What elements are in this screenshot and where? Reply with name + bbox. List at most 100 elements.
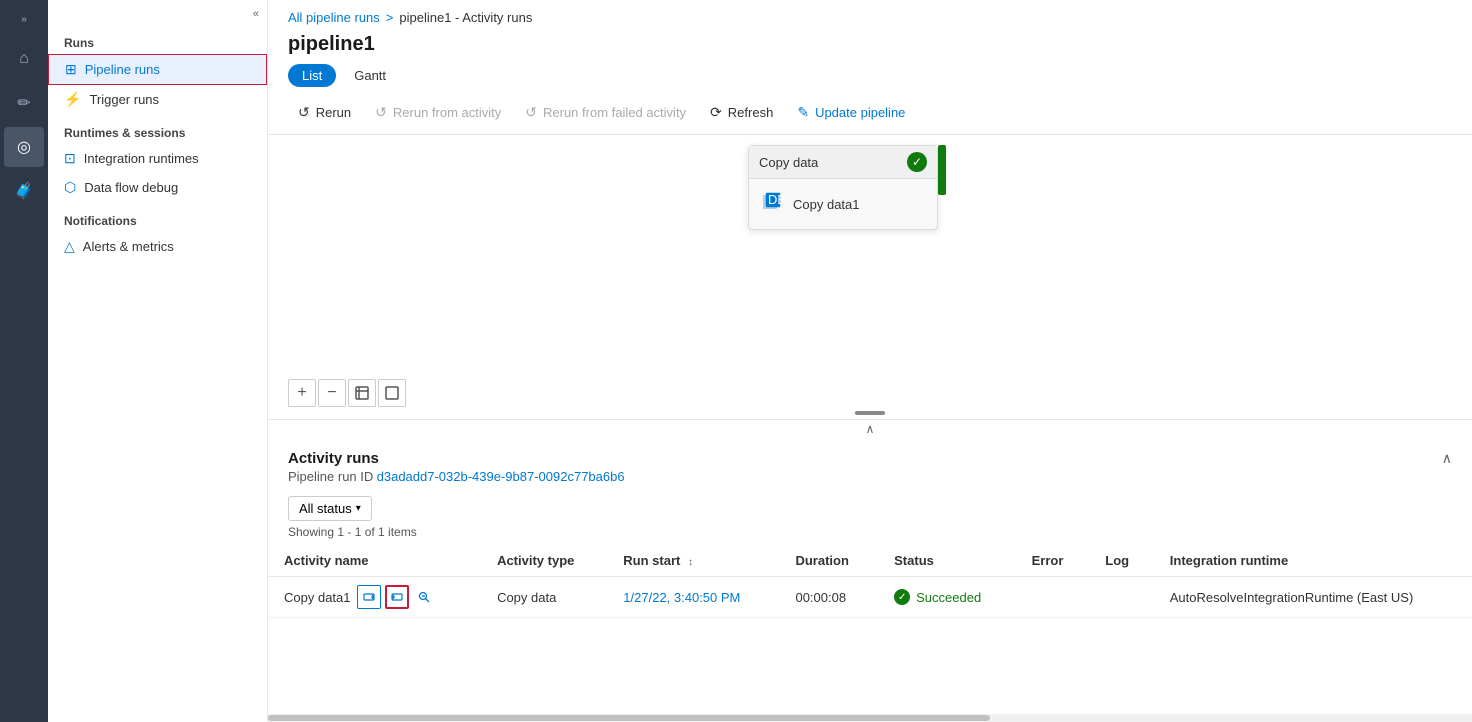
sidebar-item-pipeline-runs[interactable]: ⊞ Pipeline runs: [48, 54, 267, 85]
chevron-down-icon: ▾: [356, 503, 361, 514]
monitor-icon[interactable]: ◎: [4, 127, 44, 167]
rerun-from-failed-label: Rerun from failed activity: [543, 105, 686, 120]
activity-runs-table-container: Activity name Activity type Run start ↕ …: [268, 545, 1472, 714]
cell-log: [1089, 577, 1153, 618]
cell-status: ✓ Succeeded: [878, 577, 1015, 618]
node-success-check: ✓: [907, 152, 927, 172]
col-log: Log: [1089, 545, 1153, 577]
rerun-from-failed-button[interactable]: ↺ Rerun from failed activity: [515, 99, 696, 126]
action-toolbar: ↺ Rerun ↺ Rerun from activity ↺ Rerun fr…: [268, 95, 1472, 135]
table-row: Copy data1: [268, 577, 1472, 618]
col-activity-type: Activity type: [481, 545, 607, 577]
icon-rail: » ⌂ ✏ ◎ 🧳: [0, 0, 48, 722]
tab-list[interactable]: List: [288, 64, 336, 87]
collapse-activity-runs-icon[interactable]: ∧: [1442, 450, 1452, 467]
data-flow-debug-icon: ⬡: [64, 179, 76, 196]
fit-view-button[interactable]: [348, 379, 376, 407]
sidebar-item-data-flow-debug[interactable]: ⬡ Data flow debug: [48, 173, 267, 202]
home-icon[interactable]: ⌂: [4, 39, 44, 79]
sidebar-section-notifications-label: Notifications: [48, 202, 267, 232]
activity-runs-header: Activity runs ∧ Pipeline run ID d3adadd7…: [268, 438, 1472, 488]
row-input-icon-button[interactable]: [357, 585, 381, 609]
update-pipeline-button[interactable]: ✎ Update pipeline: [787, 99, 915, 126]
sidebar-section-runtimes-label: Runtimes & sessions: [48, 114, 267, 144]
update-pipeline-label: Update pipeline: [815, 105, 905, 120]
status-success-badge: ✓ Succeeded: [894, 589, 999, 605]
status-filter-dropdown[interactable]: All status ▾: [288, 496, 372, 521]
row-action-icons: [357, 585, 437, 609]
activity-name-value: Copy data1: [284, 590, 351, 605]
cell-integration-runtime: AutoResolveIntegrationRuntime (East US): [1154, 577, 1472, 618]
col-run-start: Run start ↕: [607, 545, 779, 577]
copy-data-node-icon: DB: [761, 189, 785, 219]
filter-bar: All status ▾: [268, 488, 1472, 525]
sidebar-item-pipeline-runs-label: Pipeline runs: [85, 62, 160, 77]
rerun-button[interactable]: ↺ Rerun: [288, 99, 361, 126]
breadcrumb-current: pipeline1 - Activity runs: [399, 10, 532, 25]
col-status: Status: [878, 545, 1015, 577]
node-header-label: Copy data: [759, 155, 818, 170]
tab-gantt[interactable]: Gantt: [340, 64, 400, 87]
refresh-label: Refresh: [728, 105, 774, 120]
col-integration-runtime: Integration runtime: [1154, 545, 1472, 577]
cell-error: [1016, 577, 1090, 618]
view-tabs: List Gantt: [268, 64, 1472, 95]
cell-activity-type: Copy data: [481, 577, 607, 618]
sort-icon[interactable]: ↕: [688, 557, 693, 568]
sidebar-item-integration-runtimes-label: Integration runtimes: [84, 151, 199, 166]
refresh-button[interactable]: ⟳ Refresh: [700, 99, 783, 126]
pipeline-run-id-label: Pipeline run ID: [288, 469, 373, 484]
col-activity-name: Activity name: [268, 545, 481, 577]
activity-runs-table: Activity name Activity type Run start ↕ …: [268, 545, 1472, 618]
row-link-icon-button[interactable]: [413, 585, 437, 609]
node-body-label: Copy data1: [793, 197, 860, 212]
node-header: Copy data ✓: [749, 146, 937, 179]
sidebar-item-trigger-runs[interactable]: ⚡ Trigger runs: [48, 85, 267, 114]
expand-collapse-rail-icon[interactable]: »: [15, 8, 33, 31]
edit-icon[interactable]: ✏: [4, 83, 44, 123]
sidebar-item-integration-runtimes[interactable]: ⊡ Integration runtimes: [48, 144, 267, 173]
cell-activity-name: Copy data1: [268, 577, 481, 618]
rerun-label: Rerun: [316, 105, 351, 120]
trigger-runs-icon: ⚡: [64, 91, 81, 108]
svg-text:DB: DB: [768, 192, 785, 207]
scrollbar-thumb[interactable]: [268, 715, 990, 721]
pipeline-run-id-value[interactable]: d3adadd7-032b-439e-9b87-0092c77ba6b6: [377, 469, 625, 484]
breadcrumb: All pipeline runs > pipeline1 - Activity…: [268, 0, 1472, 29]
pipeline-run-id: Pipeline run ID d3adadd7-032b-439e-9b87-…: [288, 469, 1452, 484]
refresh-icon: ⟳: [710, 104, 722, 121]
node-body[interactable]: DB Copy data1: [749, 179, 937, 229]
rerun-from-activity-button[interactable]: ↺ Rerun from activity: [365, 99, 511, 126]
zoom-in-button[interactable]: +: [288, 379, 316, 407]
status-dot: ✓: [894, 589, 910, 605]
horizontal-scrollbar[interactable]: [268, 714, 1472, 722]
chevron-up-icon: ∧: [866, 422, 875, 436]
zoom-out-button[interactable]: −: [318, 379, 346, 407]
showing-count: Showing 1 - 1 of 1 items: [268, 525, 1472, 545]
page-title: pipeline1: [268, 29, 1472, 64]
sidebar-collapse-button[interactable]: «: [48, 0, 267, 24]
alerts-metrics-icon: △: [64, 238, 75, 255]
collapse-handle[interactable]: ∧: [268, 419, 1472, 438]
sidebar: « Runs ⊞ Pipeline runs ⚡ Trigger runs Ru…: [48, 0, 268, 722]
expand-view-button[interactable]: [378, 379, 406, 407]
breadcrumb-separator: >: [386, 10, 394, 25]
rerun-from-failed-icon: ↺: [525, 104, 537, 121]
rerun-from-activity-label: Rerun from activity: [393, 105, 501, 120]
update-pipeline-icon: ✎: [797, 104, 809, 121]
cell-duration: 00:00:08: [779, 577, 878, 618]
activity-runs-title: Activity runs: [288, 450, 379, 467]
sidebar-item-alerts-metrics[interactable]: △ Alerts & metrics: [48, 232, 267, 261]
sidebar-item-data-flow-debug-label: Data flow debug: [84, 180, 178, 195]
sidebar-item-trigger-runs-label: Trigger runs: [89, 92, 159, 107]
briefcase-icon[interactable]: 🧳: [4, 171, 44, 211]
breadcrumb-parent[interactable]: All pipeline runs: [288, 10, 380, 25]
row-output-icon-button[interactable]: [385, 585, 409, 609]
integration-runtimes-icon: ⊡: [64, 150, 76, 167]
col-error: Error: [1016, 545, 1090, 577]
diagram-controls: + −: [288, 379, 406, 407]
rerun-from-activity-icon: ↺: [375, 104, 387, 121]
diagram-area[interactable]: Copy data ✓ DB Copy data1 + −: [268, 135, 1472, 419]
col-duration: Duration: [779, 545, 878, 577]
status-filter-label: All status: [299, 501, 352, 516]
